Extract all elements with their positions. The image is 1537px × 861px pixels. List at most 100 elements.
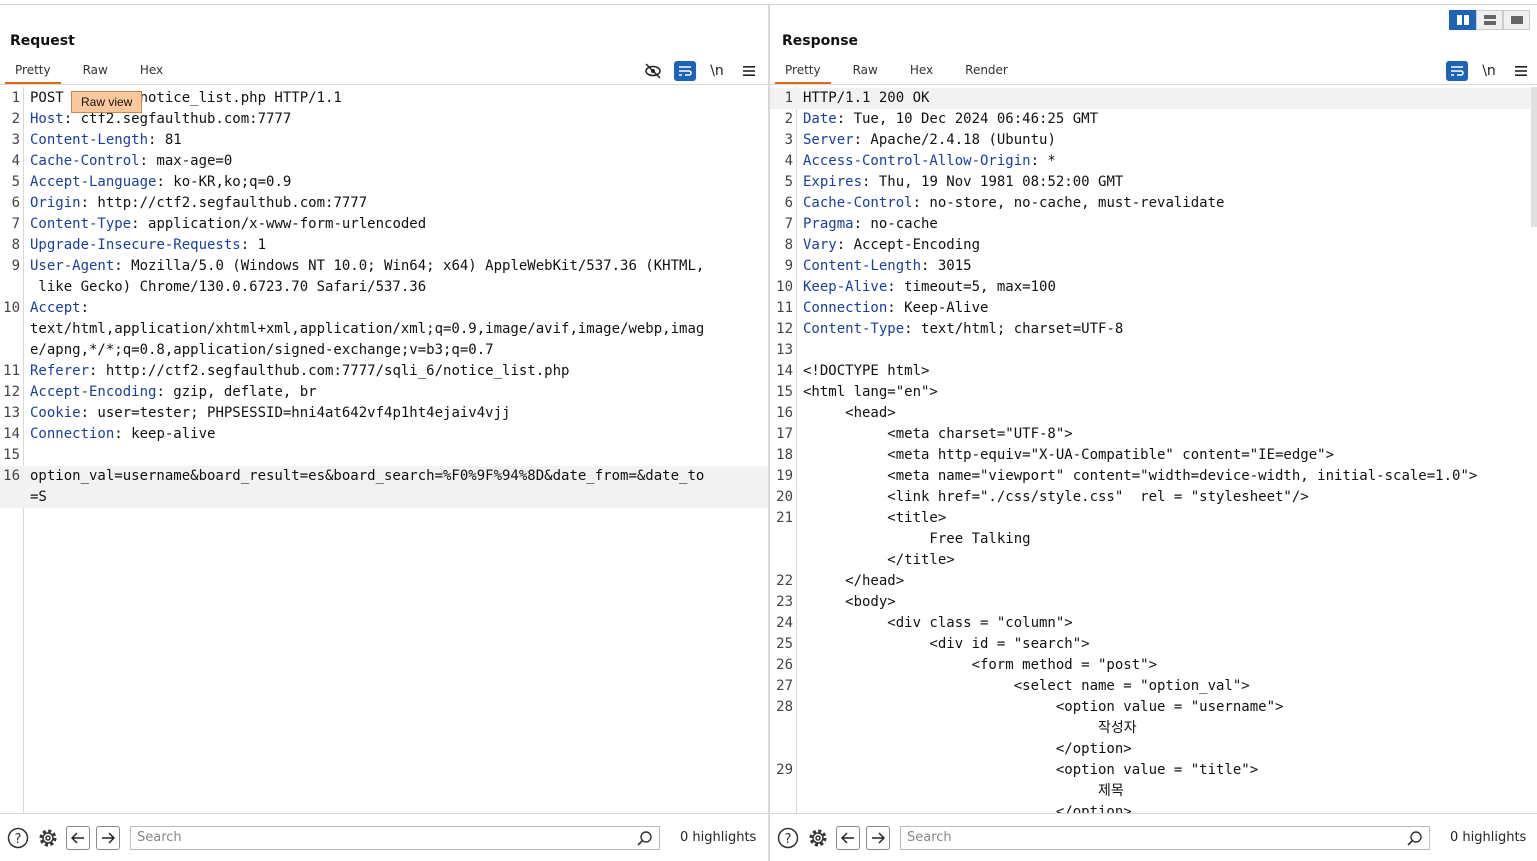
- line-text: Pragma: no-cache: [803, 216, 938, 232]
- line-number: [770, 781, 797, 802]
- raw-view-tooltip: Raw view: [71, 91, 143, 113]
- line-number: 2: [11, 111, 20, 127]
- tab-render[interactable]: Render: [955, 61, 1018, 85]
- code-line: 28 <option value = "username">: [770, 697, 1537, 718]
- line-text: </title>: [803, 552, 955, 568]
- line-text: Content-Type: text/html; charset=UTF-8: [803, 321, 1124, 337]
- code-line: 15 <html lang="en">: [770, 382, 1537, 403]
- highlights-count: 0 highlights: [1450, 830, 1527, 845]
- tab-hex[interactable]: Hex: [130, 61, 173, 85]
- search-icon: [637, 830, 652, 846]
- line-text: Content-Type: application/x-www-form-url…: [30, 216, 427, 232]
- word-wrap-icon[interactable]: [674, 61, 696, 81]
- code-line: </option>: [770, 802, 1537, 813]
- line-text: Content-Length: 3015: [803, 258, 972, 274]
- code-line: 20 <link href="./css/style.css" rel = "s…: [770, 487, 1537, 508]
- code-line: 11 Connection: Keep-Alive: [770, 298, 1537, 319]
- line-text: <form method = "post">: [803, 657, 1158, 673]
- line-number: 11: [776, 300, 793, 316]
- tab-separator: [0, 84, 768, 85]
- code-line: =S: [0, 487, 768, 508]
- search-placeholder: Search: [137, 829, 182, 845]
- line-number: [0, 319, 24, 340]
- line-text: Free Talking: [803, 531, 1031, 547]
- svg-text:?: ?: [785, 832, 792, 847]
- search-input[interactable]: Search: [130, 825, 660, 850]
- request-tabs: Pretty Raw Hex: [5, 61, 185, 85]
- code-line: 24 <div class = "column">: [770, 613, 1537, 634]
- line-number: 3: [784, 132, 793, 148]
- menu-icon[interactable]: [738, 61, 760, 81]
- line-text: 작성자: [803, 720, 1137, 736]
- tab-pretty[interactable]: Pretty: [775, 61, 831, 85]
- line-number: 6: [784, 195, 793, 211]
- line-text: HTTP/1.1 200 OK: [803, 90, 930, 106]
- request-search-bar: ? Search 0 highlights: [0, 813, 768, 861]
- line-number: 20: [776, 489, 793, 505]
- code-line: like Gecko) Chrome/130.0.6723.70 Safari/…: [0, 277, 768, 298]
- line-text: <html lang="en">: [803, 384, 938, 400]
- line-number: 11: [3, 363, 20, 379]
- request-editor[interactable]: 1 POST /sqli_6/notice_list.php HTTP/1.1 2 H…: [0, 87, 768, 813]
- line-text: <head>: [803, 405, 896, 421]
- code-line: 9 User-Agent: Mozilla/5.0 (Windows NT 10.…: [0, 256, 768, 277]
- response-panel: Response Pretty Raw Hex Render \n 1 HTTP/…: [770, 5, 1537, 861]
- code-line: 16 option_val=username&board_result=es&bo…: [0, 466, 768, 487]
- menu-icon[interactable]: [1510, 61, 1532, 81]
- line-text: <select name = "option_val">: [803, 678, 1250, 694]
- gear-icon[interactable]: [806, 826, 830, 850]
- hide-nonprintable-icon[interactable]: [642, 61, 664, 81]
- tab-separator: [770, 84, 1537, 85]
- line-number: [0, 340, 24, 361]
- line-text: Connection: Keep-Alive: [803, 300, 989, 316]
- code-line: 7 Content-Type: application/x-www-form-ur…: [0, 214, 768, 235]
- line-text: <meta charset="UTF-8">: [803, 426, 1073, 442]
- next-match-button[interactable]: [96, 825, 120, 850]
- word-wrap-icon[interactable]: [1446, 61, 1468, 81]
- code-line: 23 <body>: [770, 592, 1537, 613]
- code-line: 10 Accept:: [0, 298, 768, 319]
- tab-raw[interactable]: Raw: [843, 61, 888, 85]
- tab-raw[interactable]: Raw: [73, 61, 118, 85]
- line-text: <div id = "search">: [803, 636, 1090, 652]
- code-line: 4 Access-Control-Allow-Origin: *: [770, 151, 1537, 172]
- line-text: [24, 445, 30, 466]
- line-number: 29: [776, 762, 793, 778]
- code-line: 4 Cache-Control: max-age=0: [0, 151, 768, 172]
- line-number: 16: [776, 405, 793, 421]
- scrollbar-thumb[interactable]: [1531, 87, 1537, 227]
- line-text: </head>: [803, 573, 905, 589]
- line-number: 7: [11, 216, 20, 232]
- svg-text:?: ?: [15, 832, 22, 847]
- tab-pretty[interactable]: Pretty: [5, 61, 61, 85]
- line-text: Origin: http://ctf2.segfaulthub.com:7777: [30, 195, 368, 211]
- line-text: Accept-Encoding: gzip, deflate, br: [30, 384, 317, 400]
- tab-hex[interactable]: Hex: [900, 61, 943, 85]
- gear-icon[interactable]: [36, 826, 60, 850]
- code-line: </option>: [770, 739, 1537, 760]
- line-number: 4: [784, 153, 793, 169]
- help-icon[interactable]: ?: [776, 826, 800, 850]
- newline-toggle[interactable]: \n: [706, 61, 728, 81]
- line-number: 15: [776, 384, 793, 400]
- code-line: 11 Referer: http://ctf2.segfaulthub.com:7…: [0, 361, 768, 382]
- request-lines: 1 POST /sqli_6/notice_list.php HTTP/1.1 2 H…: [0, 88, 768, 508]
- response-editor[interactable]: 1 HTTP/1.1 200 OK 2 Date: Tue, 10 Dec 2024 …: [770, 87, 1537, 813]
- newline-toggle[interactable]: \n: [1478, 61, 1500, 81]
- line-number: 1: [784, 90, 793, 106]
- line-text: <option value = "title">: [803, 762, 1259, 778]
- search-input[interactable]: Search: [900, 825, 1430, 850]
- previous-match-button[interactable]: [836, 825, 860, 850]
- code-line: 5 Expires: Thu, 19 Nov 1981 08:52:00 GMT: [770, 172, 1537, 193]
- line-number: 12: [3, 384, 20, 400]
- line-text: Date: Tue, 10 Dec 2024 06:46:25 GMT: [803, 111, 1099, 127]
- response-search-bar: ? Search 0 highlights: [770, 813, 1537, 861]
- line-text: [797, 340, 803, 361]
- line-text: =S: [30, 489, 47, 505]
- panel-title: Response: [782, 33, 859, 49]
- previous-match-button[interactable]: [66, 825, 90, 850]
- help-icon[interactable]: ?: [6, 826, 30, 850]
- line-number: 10: [3, 300, 20, 316]
- next-match-button[interactable]: [866, 825, 890, 850]
- code-line: 19 <meta name="viewport" content="width=…: [770, 466, 1537, 487]
